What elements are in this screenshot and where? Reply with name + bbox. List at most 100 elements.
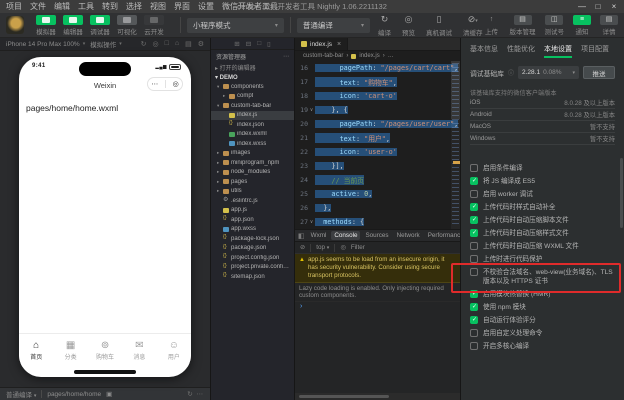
toolbar-action-button[interactable]: ◎ 预览 (402, 14, 415, 37)
context-selector[interactable]: top ▾ (316, 244, 329, 251)
phone-tab[interactable]: ⊚ 购物车 (88, 334, 122, 367)
fold-icon[interactable]: ∨ (308, 219, 315, 225)
simulator-tool-icon[interactable]: □ (165, 40, 169, 48)
simulator-status-icons[interactable]: ↻ ⋯ (187, 390, 204, 398)
explorer-tool-icon[interactable]: ⊞ (234, 40, 239, 48)
network-selector[interactable]: 模拟操作 ▾ (90, 39, 122, 49)
tree-item[interactable]: ▸ images (211, 149, 294, 159)
checkbox[interactable] (470, 290, 478, 298)
mode-dropdown[interactable]: 小程序模式 ▾ (187, 17, 284, 33)
more-actions-icon[interactable]: ⋯ (283, 53, 289, 60)
toolbar-right-button[interactable]: ▤ 版本管理 (510, 14, 536, 36)
tree-item[interactable]: ▸ node_modules (211, 168, 294, 178)
simulator-tool-icon[interactable]: ▤ (185, 40, 192, 48)
copy-path-icon[interactable]: ▣ (106, 390, 112, 398)
code-editor[interactable]: 16 pagePath: "/pages/cart/cart", 17 text… (295, 61, 460, 229)
panel-toggle-button[interactable]: 可视化 (117, 14, 137, 36)
setting-option[interactable]: 不校验合法域名、web-view(业务域名)、TLS 版本以及 HTTPS 证书 (470, 268, 615, 286)
setting-option[interactable]: 上传代码时自动压缩样式文件 (470, 229, 615, 238)
tree-item[interactable]: index.js (211, 110, 294, 120)
phone-tab[interactable]: ✉ 消息 (122, 334, 156, 367)
tree-item[interactable]: project.config.json (211, 253, 294, 263)
tree-item[interactable]: index.wxss (211, 139, 294, 149)
tree-item[interactable]: project.private.config.json (211, 263, 294, 273)
simulator-tool-icon[interactable]: ⌂ (175, 40, 179, 48)
setting-option[interactable]: 上传代码时样式自动补全 (470, 203, 615, 212)
checkbox[interactable] (470, 177, 478, 185)
tree-item[interactable]: ▾ custom-tab-bar (211, 101, 294, 111)
minimap-thumb[interactable] (451, 61, 460, 119)
device-toolbar-icon[interactable]: ◧ (298, 232, 305, 240)
debugger-tab[interactable]: Console (331, 231, 361, 240)
toolbar-action-button[interactable]: ▯ 真机调试 (426, 14, 452, 37)
setting-option[interactable]: 开启多核心编译 (470, 342, 615, 351)
debugger-tab[interactable]: Sources (362, 231, 391, 240)
checkbox[interactable] (470, 268, 478, 276)
setting-option[interactable]: 启用模块热替换 (HMR) (470, 290, 615, 299)
menu-item[interactable]: 文件 (26, 1, 50, 12)
toolbar-right-button[interactable]: ≡ 通知 (573, 14, 591, 36)
editor-tab[interactable]: index.js × (295, 38, 349, 50)
debugger-tab[interactable]: Wxml (308, 231, 330, 240)
tree-item[interactable]: package-lock.json (211, 234, 294, 244)
toolbar-right-button[interactable]: ▤ 详情 (600, 14, 618, 36)
phone-tab[interactable]: ☺ 用户 (157, 334, 191, 367)
panel-toggle-button[interactable]: 调试器 (90, 14, 110, 36)
menu-item[interactable]: 界面 (170, 1, 194, 12)
panel-toggle-button[interactable]: 云开发 (144, 14, 164, 36)
phone-frame[interactable]: 9:41 ▂▄▆ Weixin ⋯ ◎ pages/home/home.wxml… (19, 57, 191, 377)
tree-item[interactable]: package.json (211, 244, 294, 254)
checkbox[interactable] (470, 342, 478, 350)
setting-option[interactable]: 使用 npm 模块 (470, 303, 615, 312)
checkbox[interactable] (470, 229, 478, 237)
tree-item[interactable]: app.js (211, 206, 294, 216)
console-empty-area[interactable] (295, 311, 460, 393)
project-root-folder[interactable]: ▾ DEMO (211, 72, 294, 82)
exit-icon[interactable]: ◎ (173, 80, 179, 88)
menu-item[interactable]: 选择 (122, 1, 146, 12)
menu-item[interactable]: 工具 (74, 1, 98, 12)
maximize-button[interactable]: □ (590, 0, 606, 13)
tree-item[interactable]: ▸ compt (211, 92, 294, 102)
toolbar-right-button[interactable]: ↑ 上传 (483, 15, 501, 36)
setting-option[interactable]: 启用 worker 调试 (470, 190, 615, 199)
phone-tab[interactable]: ⌂ 首页 (19, 334, 53, 367)
checkbox[interactable] (470, 203, 478, 211)
tree-item[interactable]: index.wxml (211, 130, 294, 140)
push-button[interactable]: 推送 (583, 66, 615, 79)
checkbox[interactable] (470, 190, 478, 198)
close-button[interactable]: × (606, 0, 622, 13)
menu-item[interactable]: 设置 (194, 1, 218, 12)
scrollbar-thumb[interactable] (299, 395, 389, 398)
menu-item[interactable]: 转到 (98, 1, 122, 12)
setting-option[interactable]: 自动运行体验评分 (470, 316, 615, 325)
details-tab[interactable]: 基本信息 (470, 40, 498, 58)
tree-item[interactable]: app.json (211, 215, 294, 225)
editor-minimap[interactable] (451, 61, 460, 229)
details-tab[interactable]: 性能优化 (507, 40, 535, 58)
eye-icon[interactable]: ◎ (340, 244, 346, 251)
toolbar-action-button[interactable]: ⊘▾ 清缓存 (463, 14, 483, 37)
details-scrollbar[interactable] (620, 158, 623, 228)
details-tab[interactable]: 本地设置 (544, 40, 572, 58)
breadcrumb[interactable]: custom-tab-bar › index.js › … (295, 51, 460, 61)
panel-toggle-button[interactable]: 编辑器 (63, 14, 83, 36)
menu-item[interactable]: 视图 (146, 1, 170, 12)
explorer-tool-icon[interactable]: ⊟ (246, 40, 251, 48)
tree-item[interactable]: ▸ miniprogram_npm (211, 158, 294, 168)
compile-mode-quick-switch[interactable]: 普通编译 ▾ (6, 389, 36, 399)
tree-item[interactable]: index.json (211, 120, 294, 130)
checkbox[interactable] (470, 329, 478, 337)
details-tab[interactable]: 项目配置 (581, 40, 609, 58)
compile-mode-dropdown[interactable]: 普通编译 ▾ (296, 17, 370, 33)
fold-icon[interactable]: ∨ (308, 107, 315, 113)
checkbox[interactable] (470, 303, 478, 311)
panel-toggle-button[interactable]: 模拟器 (36, 14, 56, 36)
setting-option[interactable]: 启用自定义处理命令 (470, 329, 615, 338)
checkbox[interactable] (470, 164, 478, 172)
open-editors-section[interactable]: ▸ 打开的编辑器 (211, 62, 294, 72)
tree-item[interactable]: app.wxss (211, 225, 294, 235)
tree-item[interactable]: ▾ components (211, 82, 294, 92)
horizontal-scrollbar[interactable] (295, 393, 460, 400)
simulator-tool-icon[interactable]: ◎ (153, 40, 159, 48)
